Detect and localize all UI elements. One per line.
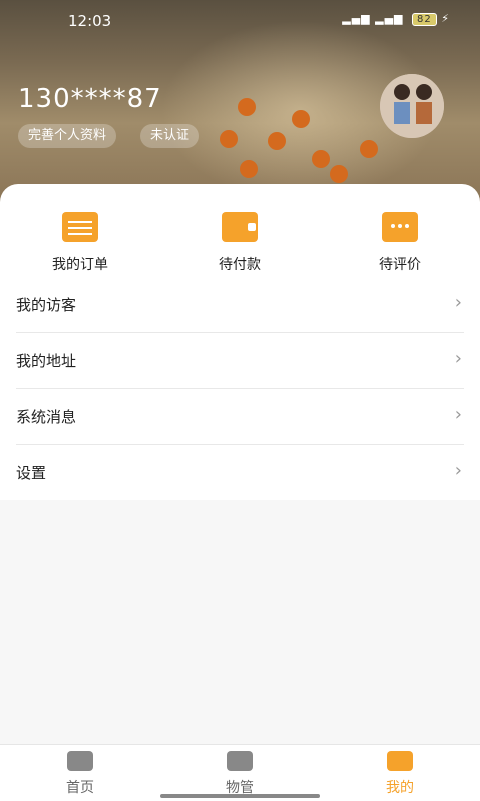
- flower-decoration: [312, 150, 330, 168]
- menu-item-label: 系统消息: [16, 408, 77, 426]
- flower-decoration: [240, 160, 258, 178]
- order-clipboard-icon: [62, 212, 98, 242]
- menu-item-visitors[interactable]: 我的访客 ›: [16, 276, 464, 333]
- status-icons: ▂▄▆ ▂▄▆ 82 ⚡: [342, 12, 450, 26]
- menu-item-settings[interactable]: 设置 ›: [16, 444, 464, 500]
- chevron-right-icon: ›: [454, 292, 462, 313]
- tab-label: 首页: [66, 780, 94, 796]
- quick-action-pending-payment[interactable]: 待付款: [180, 212, 300, 274]
- flower-decoration: [268, 132, 286, 150]
- chevron-right-icon: ›: [454, 348, 462, 369]
- quick-action-pending-review[interactable]: 待评价: [340, 212, 460, 274]
- comment-icon: [382, 212, 418, 242]
- quick-action-orders[interactable]: 我的订单: [20, 212, 140, 274]
- menu-item-label: 设置: [16, 464, 47, 482]
- status-time: 12:03: [68, 12, 112, 30]
- avatar-image: [380, 74, 444, 138]
- box-icon: [227, 751, 253, 771]
- charging-icon: ⚡: [441, 12, 450, 25]
- home-icon: [67, 751, 93, 771]
- bottom-tab-bar: 首页 物管 我的: [0, 744, 480, 801]
- complete-profile-button[interactable]: 完善个人资料: [18, 124, 117, 148]
- flower-decoration: [292, 110, 310, 128]
- quick-action-label: 待付款: [219, 257, 261, 273]
- quick-action-label: 我的订单: [52, 257, 108, 273]
- avatar[interactable]: [380, 74, 444, 138]
- quick-action-label: 待评价: [379, 257, 421, 273]
- tab-label: 我的: [386, 780, 414, 796]
- menu-item-messages[interactable]: 系统消息 ›: [16, 388, 464, 445]
- flower-decoration: [330, 165, 348, 183]
- tab-property[interactable]: 物管: [180, 751, 300, 797]
- user-phone: 130****87: [18, 84, 162, 114]
- battery-icon: 82: [412, 13, 437, 26]
- profile-card: 我的订单 待付款 待评价 我的访客 › 我的地址 › 系统消息 › 设置 ›: [0, 184, 480, 500]
- tab-home[interactable]: 首页: [20, 751, 140, 797]
- flower-decoration: [360, 140, 378, 158]
- menu-item-label: 我的访客: [16, 296, 77, 314]
- wallet-icon: [222, 212, 258, 242]
- signal-icon: ▂▄▆: [375, 12, 404, 25]
- menu-item-address[interactable]: 我的地址 ›: [16, 332, 464, 389]
- status-bar: 12:03 ▂▄▆ ▂▄▆ 82 ⚡: [0, 0, 480, 40]
- flower-decoration: [238, 98, 256, 116]
- chevron-right-icon: ›: [454, 460, 462, 481]
- chevron-right-icon: ›: [454, 404, 462, 425]
- signal-icon: ▂▄▆: [342, 12, 371, 25]
- verify-status-badge[interactable]: 未认证: [140, 124, 200, 148]
- home-indicator[interactable]: [160, 794, 320, 798]
- menu-item-label: 我的地址: [16, 352, 77, 370]
- user-icon: [387, 751, 413, 771]
- tab-mine[interactable]: 我的: [340, 751, 460, 797]
- flower-decoration: [220, 130, 238, 148]
